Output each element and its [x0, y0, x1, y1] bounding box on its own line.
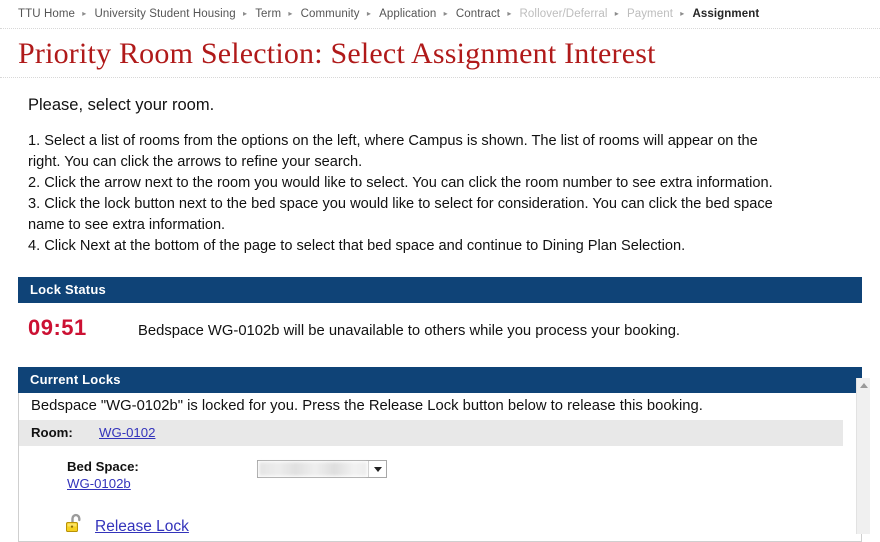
- bedspace-select-arrow[interactable]: [368, 461, 386, 477]
- breadcrumb-separator-icon: ▸: [443, 9, 448, 18]
- breadcrumb-separator-icon: ▸: [507, 9, 512, 18]
- instruction-line: 1. Select a list of rooms from the optio…: [28, 133, 758, 149]
- bedspace-select-value: [259, 462, 367, 476]
- instruction-line: 4. Click Next at the bottom of the page …: [28, 238, 686, 254]
- scroll-up-arrow-icon[interactable]: [859, 383, 868, 388]
- lead-text: Please, select your room.: [28, 96, 215, 114]
- breadcrumb-item-payment: Payment: [626, 8, 674, 20]
- breadcrumb-item-ttu-home[interactable]: TTU Home: [18, 8, 75, 20]
- breadcrumb-separator-icon: ▸: [366, 9, 371, 18]
- breadcrumb-item-assignment: Assignment: [692, 8, 760, 20]
- breadcrumb-separator-icon: ▸: [288, 9, 293, 18]
- breadcrumb-separator-icon: ▸: [614, 9, 619, 18]
- breadcrumb: TTU Home ▸ University Student Housing ▸ …: [0, 0, 880, 29]
- chevron-down-icon: [373, 466, 382, 472]
- room-number-link[interactable]: WG-0102: [99, 425, 155, 440]
- instruction-line: name to see extra information.: [28, 217, 226, 233]
- instruction-line: right. You can click the arrows to refin…: [28, 154, 363, 170]
- release-lock-button[interactable]: Release Lock: [95, 518, 189, 536]
- breadcrumb-item-contract[interactable]: Contract: [456, 8, 500, 20]
- instruction-steps: 1. Select a list of rooms from the optio…: [28, 131, 860, 257]
- bedspace-select[interactable]: [257, 460, 387, 478]
- lock-status-panel: Lock Status 09:51 Bedspace WG-0102b will…: [18, 277, 862, 351]
- bedspace-label: Bed Space:: [67, 459, 139, 474]
- bedspace-select-wrapper: [257, 460, 387, 478]
- current-locks-panel: Current Locks Bedspace "WG-0102b" is loc…: [18, 367, 862, 542]
- lock-countdown-timer: 09:51: [28, 315, 87, 340]
- vertical-scrollbar[interactable]: [856, 378, 870, 534]
- breadcrumb-item-rollover-deferral: Rollover/Deferral: [519, 8, 608, 20]
- instruction-line: 2. Click the arrow next to the room you …: [28, 175, 773, 191]
- breadcrumb-item-application[interactable]: Application: [379, 8, 436, 20]
- lock-status-body: 09:51 Bedspace WG-0102b will be unavaila…: [18, 303, 862, 351]
- room-label: Room:: [31, 425, 73, 440]
- bedspace-row: Bed Space: WG-0102b: [19, 446, 861, 492]
- page-title: Priority Room Selection: Select Assignme…: [18, 37, 656, 70]
- breadcrumb-separator-icon: ▸: [680, 9, 685, 18]
- current-locks-intro-text: Bedspace "WG-0102b" is locked for you. P…: [31, 398, 703, 414]
- breadcrumb-item-university-student-housing[interactable]: University Student Housing: [94, 8, 235, 20]
- breadcrumb-item-community[interactable]: Community: [301, 8, 360, 20]
- instruction-line: 3. Click the lock button next to the bed…: [28, 196, 773, 212]
- current-locks-header: Current Locks: [18, 367, 862, 393]
- current-locks-body: Bedspace "WG-0102b" is locked for you. P…: [18, 393, 862, 542]
- bedspace-name-link[interactable]: WG-0102b: [67, 476, 131, 491]
- lock-status-header: Lock Status: [18, 277, 862, 303]
- open-padlock-icon: [63, 512, 87, 541]
- breadcrumb-separator-icon: ▸: [82, 9, 87, 18]
- lock-status-message: Bedspace WG-0102b will be unavailable to…: [138, 323, 681, 339]
- breadcrumb-separator-icon: ▸: [242, 9, 247, 18]
- breadcrumb-item-term[interactable]: Term: [255, 8, 281, 20]
- bedspace-label-group: Bed Space: WG-0102b: [67, 458, 257, 492]
- instructions-section: Please, select your room. 1. Select a li…: [0, 78, 880, 257]
- room-row: Room: WG-0102: [19, 420, 843, 446]
